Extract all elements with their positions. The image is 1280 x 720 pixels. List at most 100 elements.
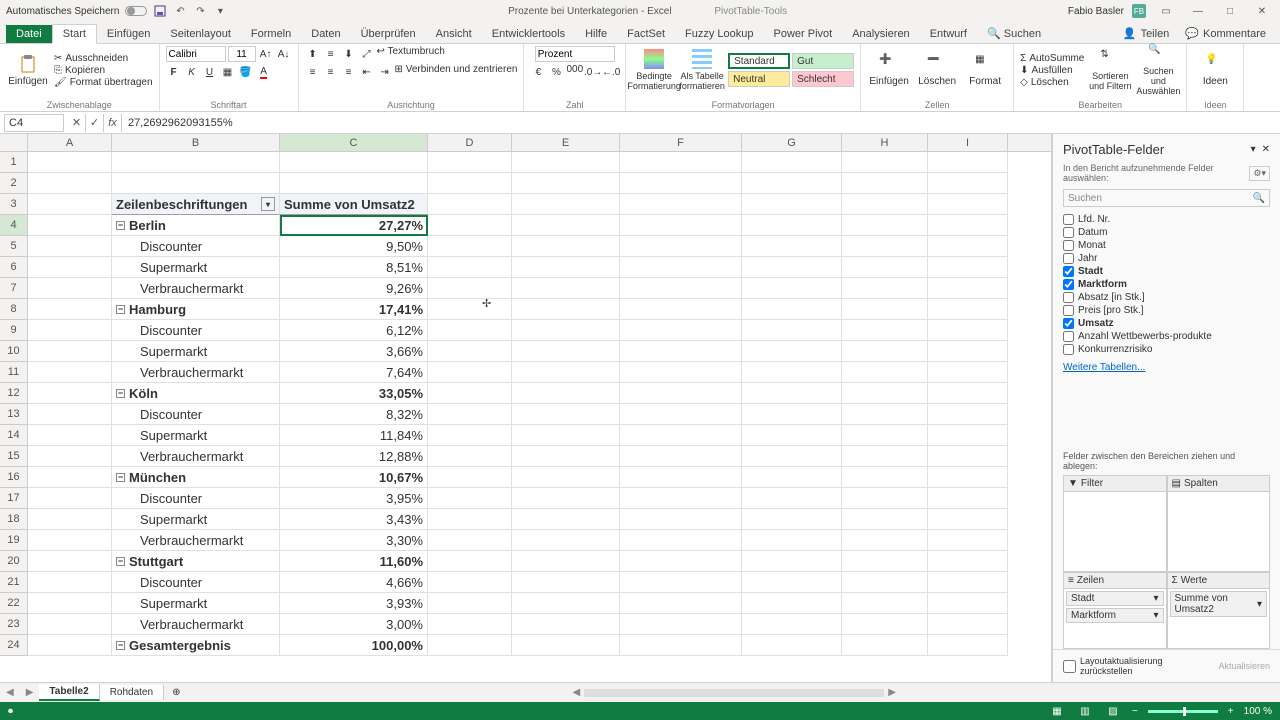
merge-button[interactable]: ⊞ Verbinden und zentrieren: [395, 64, 518, 80]
cell-I4[interactable]: [928, 215, 1008, 236]
indent-inc-icon[interactable]: ⇥: [377, 64, 393, 80]
cell-F9[interactable]: [620, 320, 742, 341]
cell-H18[interactable]: [842, 509, 928, 530]
cell-G18[interactable]: [742, 509, 842, 530]
name-box[interactable]: C4: [4, 114, 64, 132]
defer-layout-checkbox[interactable]: [1063, 660, 1076, 673]
area-chip[interactable]: Summe von Umsatz2▾: [1170, 591, 1268, 617]
cell-E7[interactable]: [512, 278, 620, 299]
comma-icon[interactable]: 000: [566, 64, 583, 80]
cell-A9[interactable]: [28, 320, 112, 341]
cell-H20[interactable]: [842, 551, 928, 572]
cell-H11[interactable]: [842, 362, 928, 383]
cell-H15[interactable]: [842, 446, 928, 467]
field-item[interactable]: Preis [pro Stk.]: [1063, 304, 1270, 317]
avatar[interactable]: FB: [1132, 4, 1146, 18]
tab-analyze[interactable]: Analysieren: [842, 25, 919, 43]
cell-A6[interactable]: [28, 257, 112, 278]
cell-I13[interactable]: [928, 404, 1008, 425]
cell-D17[interactable]: [428, 488, 512, 509]
cell-D20[interactable]: [428, 551, 512, 572]
dec-decimal-icon[interactable]: ←.0: [603, 64, 619, 80]
collapse-icon[interactable]: −: [116, 641, 125, 650]
cell-I18[interactable]: [928, 509, 1008, 530]
ribbon-display-icon[interactable]: ▭: [1154, 4, 1178, 18]
cell-F8[interactable]: [620, 299, 742, 320]
cell-C6[interactable]: 8,51%: [280, 257, 428, 278]
record-macro-icon[interactable]: ⏺: [8, 706, 13, 717]
cell-C5[interactable]: 9,50%: [280, 236, 428, 257]
cell-C23[interactable]: 3,00%: [280, 614, 428, 635]
cell-B23[interactable]: Verbrauchermarkt: [112, 614, 280, 635]
row-head-13[interactable]: 13: [0, 404, 28, 425]
italic-icon[interactable]: K: [184, 64, 200, 80]
cell-H12[interactable]: [842, 383, 928, 404]
cell-B9[interactable]: Discounter: [112, 320, 280, 341]
cell-D4[interactable]: [428, 215, 512, 236]
cell-F18[interactable]: [620, 509, 742, 530]
update-button[interactable]: Aktualisieren: [1218, 661, 1270, 671]
cell-G20[interactable]: [742, 551, 842, 572]
row-head-18[interactable]: 18: [0, 509, 28, 530]
field-checkbox[interactable]: [1063, 266, 1074, 277]
field-item[interactable]: Monat: [1063, 239, 1270, 252]
cell-G8[interactable]: [742, 299, 842, 320]
cell-F15[interactable]: [620, 446, 742, 467]
cell-G15[interactable]: [742, 446, 842, 467]
cell-F10[interactable]: [620, 341, 742, 362]
cell-D24[interactable]: [428, 635, 512, 656]
cell-C2[interactable]: [280, 173, 428, 194]
view-normal-icon[interactable]: ▦: [1048, 704, 1066, 718]
cell-H23[interactable]: [842, 614, 928, 635]
cell-B20[interactable]: −Stuttgart: [112, 551, 280, 572]
cell-A5[interactable]: [28, 236, 112, 257]
new-sheet-icon[interactable]: ⊕: [164, 687, 188, 698]
col-head-H[interactable]: H: [842, 134, 928, 151]
wrap-text-button[interactable]: ↩ Textumbruch: [377, 46, 445, 62]
share-button[interactable]: 👤 Teilen: [1115, 24, 1177, 43]
cell-D23[interactable]: [428, 614, 512, 635]
col-head-B[interactable]: B: [112, 134, 280, 151]
cell-B17[interactable]: Discounter: [112, 488, 280, 509]
cell-F19[interactable]: [620, 530, 742, 551]
tab-view[interactable]: Ansicht: [426, 25, 482, 43]
cell-D1[interactable]: [428, 152, 512, 173]
tab-data[interactable]: Daten: [301, 25, 350, 43]
cell-A13[interactable]: [28, 404, 112, 425]
cell-H9[interactable]: [842, 320, 928, 341]
row-head-14[interactable]: 14: [0, 425, 28, 446]
cell-C16[interactable]: 10,67%: [280, 467, 428, 488]
cell-D14[interactable]: [428, 425, 512, 446]
cell-F24[interactable]: [620, 635, 742, 656]
align-center-icon[interactable]: ≡: [323, 64, 339, 80]
cell-D22[interactable]: [428, 593, 512, 614]
cell-A4[interactable]: [28, 215, 112, 236]
enter-icon[interactable]: ✓: [86, 114, 104, 132]
cell-G16[interactable]: [742, 467, 842, 488]
cell-H7[interactable]: [842, 278, 928, 299]
style-neutral[interactable]: Neutral: [728, 71, 790, 87]
row-head-9[interactable]: 9: [0, 320, 28, 341]
cell-E4[interactable]: [512, 215, 620, 236]
cell-B19[interactable]: Verbrauchermarkt: [112, 530, 280, 551]
cell-I3[interactable]: [928, 194, 1008, 215]
cell-A23[interactable]: [28, 614, 112, 635]
cell-B7[interactable]: Verbrauchermarkt: [112, 278, 280, 299]
cell-G24[interactable]: [742, 635, 842, 656]
redo-icon[interactable]: ↷: [193, 4, 207, 18]
field-item[interactable]: Stadt: [1063, 265, 1270, 278]
undo-icon[interactable]: ↶: [173, 4, 187, 18]
cell-A1[interactable]: [28, 152, 112, 173]
tab-help[interactable]: Hilfe: [575, 25, 617, 43]
cell-E1[interactable]: [512, 152, 620, 173]
orientation-icon[interactable]: ⤢: [359, 46, 375, 62]
view-layout-icon[interactable]: ▥: [1076, 704, 1094, 718]
row-head-15[interactable]: 15: [0, 446, 28, 467]
cell-B4[interactable]: −Berlin: [112, 215, 280, 236]
cell-A20[interactable]: [28, 551, 112, 572]
minimize-icon[interactable]: —: [1186, 4, 1210, 18]
table-format-button[interactable]: Als Tabelle formatieren: [680, 49, 724, 91]
cell-F6[interactable]: [620, 257, 742, 278]
cell-I21[interactable]: [928, 572, 1008, 593]
field-checkbox[interactable]: [1063, 240, 1074, 251]
